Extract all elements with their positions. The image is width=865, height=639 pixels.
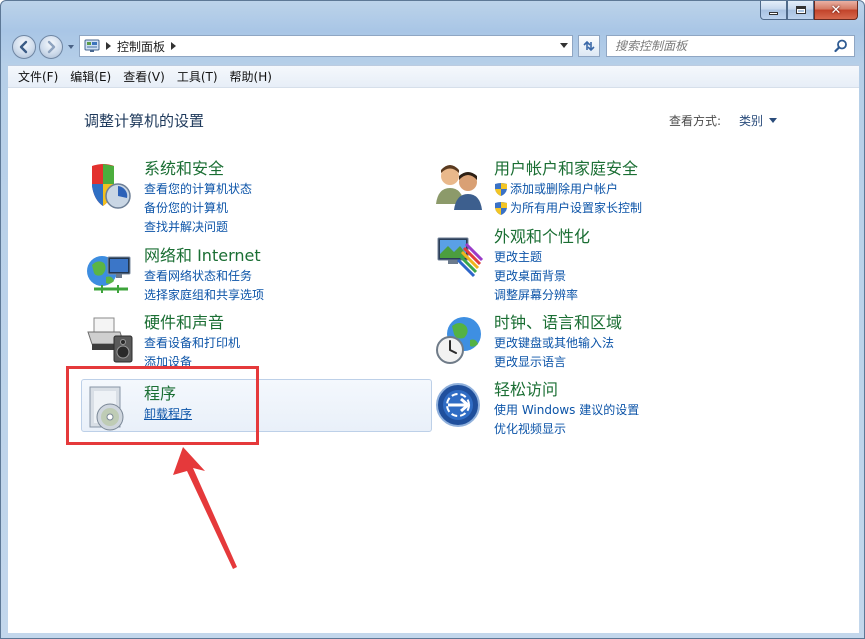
menu-help[interactable]: 帮助(H): [224, 66, 278, 88]
close-icon: ✕: [830, 2, 842, 18]
page-title: 调整计算机的设置: [84, 112, 205, 130]
view-by-label: 查看方式:: [669, 114, 722, 128]
category-title-user-accounts[interactable]: 用户帐户和家庭安全: [494, 160, 642, 178]
link-change-display-language[interactable]: 更改显示语言: [494, 353, 622, 372]
link-devices-printers[interactable]: 查看设备和打印机: [144, 334, 240, 353]
category-title-ease-of-access[interactable]: 轻松访问: [494, 381, 639, 399]
users-icon: [436, 165, 482, 210]
control-panel-icon: [84, 39, 100, 52]
uac-shield-icon: [495, 183, 507, 196]
annotation-highlight-rect: [66, 366, 259, 445]
view-by: 查看方式: 类别: [669, 112, 778, 129]
minimize-icon: [769, 11, 778, 15]
menu-edit[interactable]: 编辑(E): [64, 66, 117, 88]
annotation-arrow-icon: [173, 447, 237, 569]
minimize-button[interactable]: [760, 1, 787, 20]
link-network-status[interactable]: 查看网络状态和任务: [144, 267, 264, 286]
clock-globe-icon: [436, 317, 481, 364]
link-homegroup-sharing[interactable]: 选择家庭组和共享选项: [144, 286, 264, 305]
display-palette-icon: [437, 237, 484, 278]
link-change-background[interactable]: 更改桌面背景: [494, 267, 590, 286]
link-screen-resolution[interactable]: 调整屏幕分辨率: [494, 286, 590, 305]
refresh-icon: [583, 40, 595, 52]
forward-button[interactable]: [39, 35, 63, 59]
window-frame: ✕ 控制面板 搜索控制面板 文件(F) 编辑(E) 查看(V) 工具(T) 帮助…: [0, 0, 865, 639]
caption-buttons: ✕: [760, 1, 858, 21]
refresh-button[interactable]: [578, 35, 600, 57]
uac-shield-icon: [495, 202, 507, 215]
category-title-appearance[interactable]: 外观和个性化: [494, 228, 590, 246]
network-globe-icon: [87, 256, 131, 293]
link-change-input-method[interactable]: 更改键盘或其他输入法: [494, 334, 622, 353]
breadcrumb-control-panel[interactable]: 控制面板: [117, 38, 165, 55]
content-area: 调整计算机的设置 查看方式: 类别 系统和安全 查看您的计算机状态 备份您的计算…: [8, 87, 859, 633]
link-troubleshoot[interactable]: 查找并解决问题: [144, 218, 252, 237]
search-icon[interactable]: [834, 39, 848, 53]
link-change-theme[interactable]: 更改主题: [494, 248, 590, 267]
search-box[interactable]: [606, 35, 855, 57]
category-title-system-security[interactable]: 系统和安全: [144, 160, 252, 178]
address-bar[interactable]: 控制面板: [79, 35, 573, 57]
menu-tools[interactable]: 工具(T): [171, 66, 224, 88]
link-optimize-visual-display[interactable]: 优化视频显示: [494, 420, 639, 439]
back-button[interactable]: [12, 35, 36, 59]
chevron-down-icon[interactable]: [769, 118, 778, 123]
search-input[interactable]: [607, 36, 834, 56]
view-by-select[interactable]: 类别: [739, 112, 763, 129]
menu-bar: 文件(F) 编辑(E) 查看(V) 工具(T) 帮助(H): [8, 65, 859, 87]
link-backup-computer[interactable]: 备份您的计算机: [144, 199, 252, 218]
arrow-right-icon: [47, 40, 56, 54]
arrow-left-icon: [19, 40, 28, 54]
breadcrumb-chevron-icon[interactable]: [171, 42, 177, 50]
close-button[interactable]: ✕: [814, 1, 858, 20]
printer-speaker-icon: [87, 317, 133, 363]
maximize-icon: [795, 6, 806, 14]
address-history-dropdown-icon[interactable]: [560, 43, 568, 49]
link-windows-recommended-settings[interactable]: 使用 Windows 建议的设置: [494, 401, 639, 420]
link-view-computer-status[interactable]: 查看您的计算机状态: [144, 180, 252, 199]
link-add-remove-accounts[interactable]: 添加或删除用户帐户: [494, 180, 642, 199]
menu-view[interactable]: 查看(V): [117, 66, 171, 88]
ease-of-access-icon: [436, 383, 480, 427]
category-title-hardware-sound[interactable]: 硬件和声音: [144, 314, 240, 332]
link-parental-controls-label: 为所有用户设置家长控制: [510, 201, 643, 215]
link-parental-controls[interactable]: 为所有用户设置家长控制: [494, 199, 642, 218]
shield-check-icon: [92, 164, 131, 209]
menu-file[interactable]: 文件(F): [12, 66, 64, 88]
breadcrumb-chevron-icon[interactable]: [106, 42, 111, 50]
maximize-button[interactable]: [787, 1, 814, 20]
recent-pages-dropdown-icon[interactable]: [67, 43, 75, 51]
link-add-remove-accounts-label: 添加或删除用户帐户: [510, 182, 619, 196]
category-title-network-internet[interactable]: 网络和 Internet: [144, 247, 264, 265]
category-title-clock-language-region[interactable]: 时钟、语言和区域: [494, 314, 622, 332]
